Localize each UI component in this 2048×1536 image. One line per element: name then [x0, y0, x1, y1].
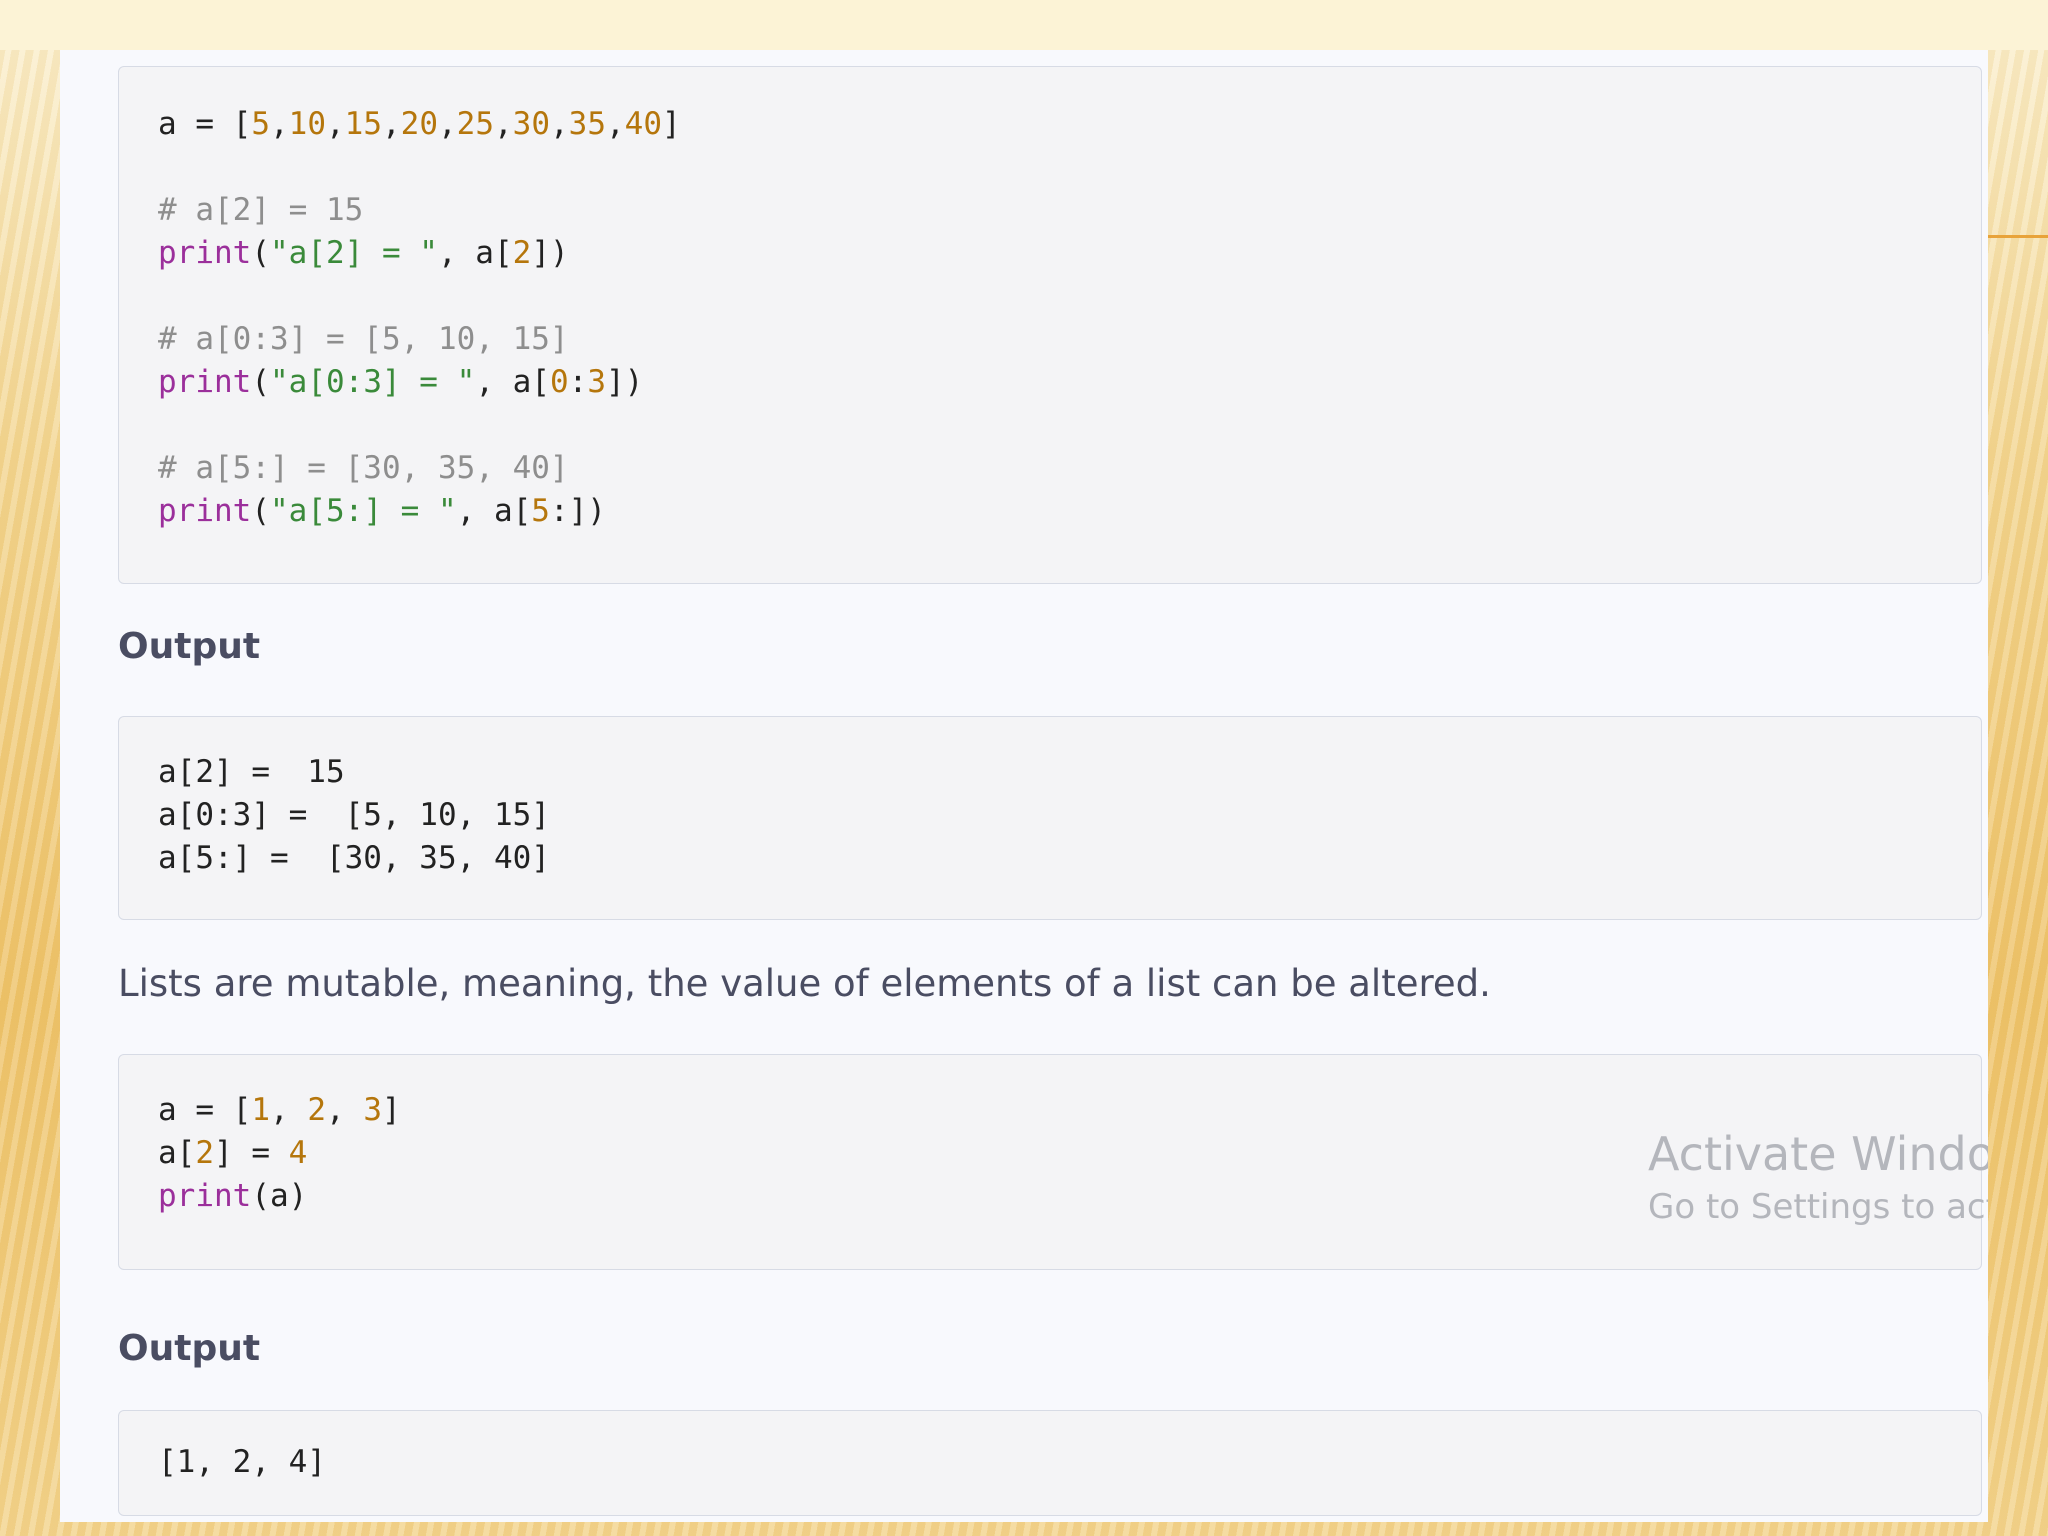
paragraph-mutable-lists: Lists are mutable, meaning, the value of…	[118, 962, 1491, 1005]
output-heading: Output	[118, 1328, 261, 1369]
output-heading: Output	[118, 626, 261, 667]
activate-windows-watermark: Activate Windows Go to Settings to activ…	[1648, 1125, 1988, 1231]
output-line: a[5:] = [30, 35, 40]	[158, 840, 550, 876]
output-block-slicing[interactable]: a[2] = 15 a[0:3] = [5, 10, 15] a[5:] = […	[118, 716, 1982, 920]
code-line: print("a[0:3] = ", a[0:3])	[158, 364, 644, 400]
code-comment: # a[5:] = [30, 35, 40]	[158, 450, 569, 486]
code-comment: # a[2] = 15	[158, 192, 364, 228]
code-block-list-slicing[interactable]: a = [5,10,15,20,25,30,35,40] # a[2] = 15…	[118, 66, 1982, 584]
code-line: a = [5,10,15,20,25,30,35,40]	[158, 106, 681, 142]
code-comment: # a[0:3] = [5, 10, 15]	[158, 321, 569, 357]
output-block-mutation[interactable]: [1, 2, 4]	[118, 1410, 1982, 1516]
code-line: print("a[5:] = ", a[5:])	[158, 493, 606, 529]
code-line: print("a[2] = ", a[2])	[158, 235, 569, 271]
content-page[interactable]: a = [5,10,15,20,25,30,35,40] # a[2] = 15…	[60, 50, 1988, 1522]
output-line: a[0:3] = [5, 10, 15]	[158, 797, 550, 833]
watermark-title: Activate Windows	[1648, 1127, 1988, 1181]
output-line: a[2] = 15	[158, 754, 345, 790]
output-line: [1, 2, 4]	[158, 1444, 326, 1480]
slide-top-band	[0, 0, 2048, 50]
slide-accent-line	[1988, 235, 2048, 238]
watermark-subtitle: Go to Settings to activate Windows.	[1648, 1187, 1988, 1227]
